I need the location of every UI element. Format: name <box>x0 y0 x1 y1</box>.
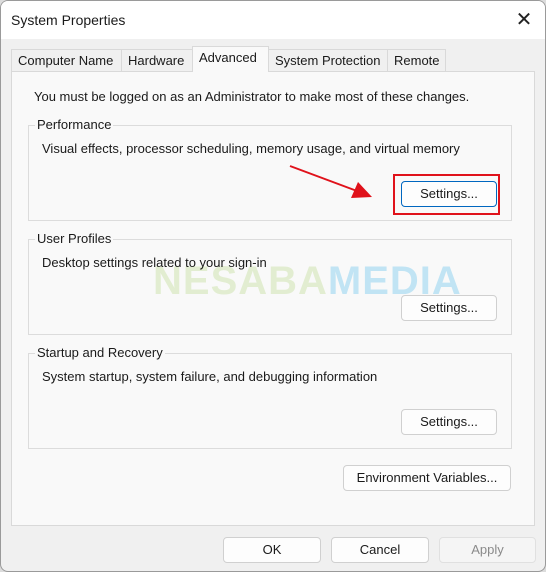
startup-recovery-label: Startup and Recovery <box>35 345 165 360</box>
startup-recovery-settings-button[interactable]: Settings... <box>401 409 497 435</box>
user-profiles-description: Desktop settings related to your sign-in <box>42 255 267 270</box>
user-profiles-label: User Profiles <box>35 231 114 246</box>
user-profiles-settings-button[interactable]: Settings... <box>401 295 497 321</box>
environment-variables-button[interactable]: Environment Variables... <box>343 465 511 491</box>
ok-button[interactable]: OK <box>223 537 321 563</box>
apply-button[interactable]: Apply <box>439 537 536 563</box>
cancel-button[interactable]: Cancel <box>331 537 429 563</box>
tab-advanced[interactable]: Advanced <box>192 46 269 72</box>
system-properties-window: System Properties ✕ Computer Name Hardwa… <box>0 0 546 572</box>
startup-recovery-description: System startup, system failure, and debu… <box>42 369 378 384</box>
